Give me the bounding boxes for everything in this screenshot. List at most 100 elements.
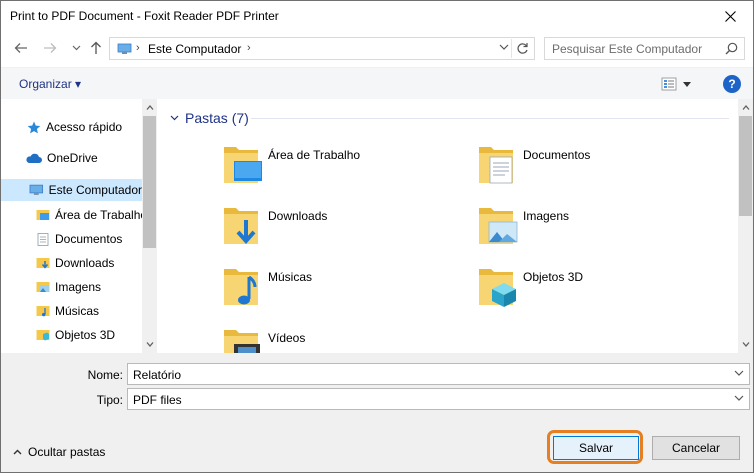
group-divider [251, 118, 729, 119]
scroll-down-button[interactable] [738, 337, 753, 352]
navigation-bar: › Este Computador › Pesquisar Este Compu… [1, 31, 753, 67]
organize-menu[interactable]: Organizar ▾ [19, 77, 81, 91]
sidebar-item-music[interactable]: Músicas [36, 300, 99, 322]
folder-tile[interactable]: Músicas [222, 263, 462, 319]
command-toolbar: Organizar ▾ ? [1, 67, 753, 99]
back-button[interactable] [12, 39, 30, 57]
forward-button[interactable] [41, 39, 59, 57]
cancel-button[interactable]: Cancelar [652, 436, 740, 460]
downloads-folder-icon [224, 208, 258, 245]
pictures-folder-icon [36, 281, 50, 292]
chevron-down-icon [734, 370, 744, 376]
address-bar[interactable]: › Este Computador › [109, 37, 535, 60]
folder-label: Objetos 3D [523, 270, 584, 284]
folder-tile[interactable]: Área de Trabalho [222, 141, 462, 197]
chevron-down-icon [683, 81, 691, 87]
help-button[interactable]: ? [723, 75, 741, 93]
close-icon [724, 10, 736, 22]
breadcrumb[interactable]: Este Computador [148, 42, 241, 56]
computer-icon [29, 184, 44, 195]
navigation-scrollbar[interactable] [142, 99, 157, 353]
folder-label: Área de Trabalho [268, 148, 361, 162]
folder-view-scrollbar[interactable] [738, 99, 753, 353]
folder-tile[interactable]: Vídeos [222, 324, 462, 353]
scroll-up-button[interactable] [142, 100, 157, 115]
pictures-folder-icon [479, 208, 518, 244]
sidebar-item-this-pc[interactable]: Este Computador [1, 179, 142, 201]
sidebar-item-label: Downloads [55, 256, 115, 270]
3d-objects-folder-icon [479, 269, 516, 307]
desktop-folder-icon [224, 147, 262, 183]
close-button[interactable] [707, 1, 753, 31]
folder-tile[interactable]: Objetos 3D [477, 263, 717, 319]
back-arrow-icon [14, 43, 27, 53]
chevron-up-icon [146, 105, 153, 110]
group-title: Pastas (7) [185, 110, 249, 126]
music-folder-icon [224, 269, 258, 305]
change-view-button[interactable] [661, 75, 699, 93]
folder-label: Músicas [268, 270, 313, 284]
sidebar-item-desktop[interactable]: Área de Trabalho [36, 204, 147, 226]
search-input[interactable]: Pesquisar Este Computador [544, 37, 745, 60]
refresh-button[interactable] [511, 39, 533, 58]
downloads-folder-icon [36, 257, 50, 269]
file-name-value[interactable]: Relatório [133, 368, 181, 382]
refresh-icon [517, 43, 528, 54]
save-dialog: Print to PDF Document - Foxit Reader PDF… [0, 0, 754, 473]
folder-label: Downloads [268, 209, 328, 223]
documents-folder-icon [479, 147, 513, 184]
sidebar-item-label: Acesso rápido [46, 120, 123, 134]
window-title: Print to PDF Document - Foxit Reader PDF… [10, 9, 279, 23]
computer-icon [117, 43, 132, 54]
folder-view: Pastas (7) Área de Trabalho Documentos D… [159, 99, 753, 353]
sidebar-item-label: OneDrive [47, 151, 98, 165]
file-type-select[interactable]: PDF files [127, 388, 750, 410]
scroll-up-button[interactable] [738, 100, 753, 115]
hide-folders-toggle[interactable]: Ocultar pastas [13, 445, 105, 459]
group-header[interactable]: Pastas (7) [170, 110, 249, 126]
file-type-value: PDF files [133, 393, 182, 407]
chevron-up-icon [742, 105, 749, 110]
breadcrumb-separator[interactable]: › [247, 42, 251, 54]
folder-tile[interactable]: Imagens [477, 202, 717, 258]
file-type-label: Tipo: [96, 393, 123, 407]
view-options-icon [661, 77, 677, 91]
folder-tile[interactable]: Downloads [222, 202, 462, 258]
chevron-up-icon [13, 449, 22, 455]
sidebar-item-label: Este Computador [48, 183, 142, 197]
sidebar-item-quick-access[interactable]: Acesso rápido [27, 116, 122, 138]
recent-locations-button[interactable] [67, 39, 85, 57]
scroll-down-button[interactable] [142, 337, 157, 352]
videos-folder-icon [224, 330, 260, 353]
forward-arrow-icon [44, 43, 57, 53]
cloud-icon [26, 153, 42, 163]
3d-objects-folder-icon [36, 329, 50, 340]
chevron-down-icon [734, 395, 744, 401]
sidebar-item-label: Documentos [55, 232, 123, 246]
hide-folders-label: Ocultar pastas [28, 445, 106, 459]
folder-label: Imagens [523, 209, 570, 223]
music-folder-icon [36, 305, 50, 316]
up-button[interactable] [87, 39, 105, 57]
folder-label: Documentos [523, 148, 591, 162]
folder-tile[interactable]: Documentos [477, 141, 717, 197]
chevron-down-icon [170, 115, 179, 121]
sidebar-item-pictures[interactable]: Imagens [36, 276, 101, 298]
chevron-down-icon [72, 45, 80, 51]
title-bar: Print to PDF Document - Foxit Reader PDF… [1, 1, 753, 31]
sidebar-item-onedrive[interactable]: OneDrive [25, 147, 98, 169]
file-name-field[interactable]: Relatório [127, 363, 750, 385]
sidebar-item-downloads[interactable]: Downloads [36, 252, 114, 274]
folder-label: Vídeos [268, 331, 306, 345]
sidebar-item-label: Imagens [55, 280, 102, 294]
sidebar-item-3d-objects[interactable]: Objetos 3D [36, 324, 115, 346]
scrollbar-thumb[interactable] [739, 116, 752, 216]
navigation-pane: Acesso rápido OneDrive Este Computador Á… [1, 99, 157, 353]
sidebar-item-label: Objetos 3D [55, 328, 116, 342]
breadcrumb-separator[interactable]: › [136, 42, 140, 54]
scrollbar-thumb[interactable] [143, 116, 156, 248]
documents-folder-icon [37, 232, 49, 246]
chevron-down-icon [499, 44, 509, 50]
sidebar-item-documents[interactable]: Documentos [36, 228, 122, 250]
search-placeholder: Pesquisar Este Computador [552, 42, 703, 56]
